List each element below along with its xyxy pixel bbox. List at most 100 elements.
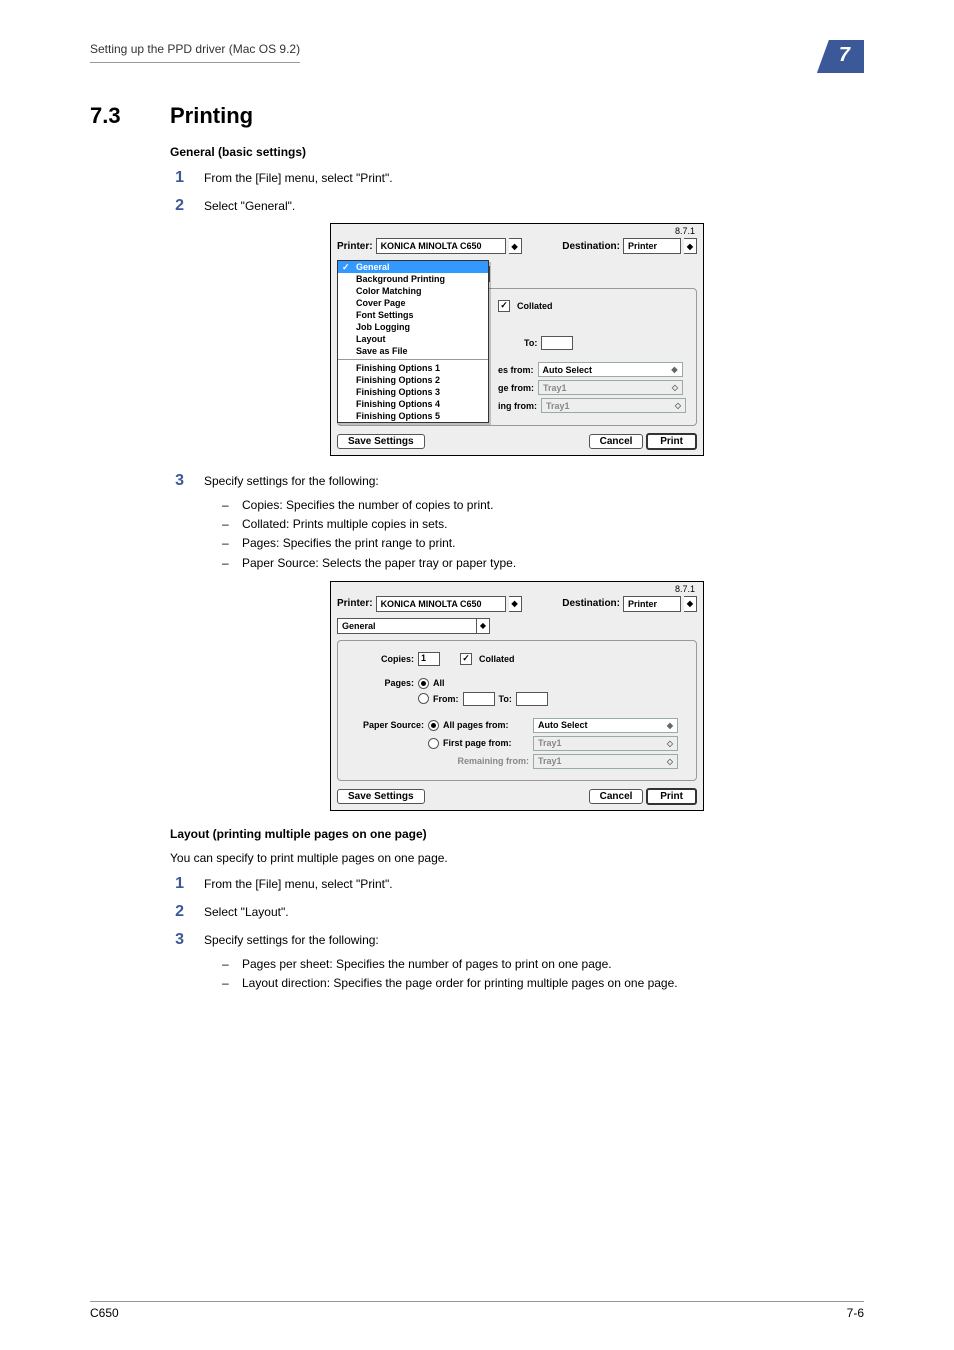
step-number-3b: 3 <box>170 931 184 949</box>
collated-label: Collated <box>479 654 515 664</box>
dropdown-item[interactable]: Save as File <box>338 345 488 357</box>
dropdown-item[interactable]: Finishing Options 4 <box>338 398 488 410</box>
dialog-version: 8.7.1 <box>675 226 695 236</box>
es-from-label: es from: <box>498 365 534 375</box>
footer-right: 7-6 <box>847 1306 864 1320</box>
cancel-button[interactable]: Cancel <box>589 789 644 804</box>
bullet-text: Pages per sheet: Specifies the number of… <box>242 955 612 974</box>
panel-dropdown-list[interactable]: General Background Printing Color Matchi… <box>337 260 489 423</box>
to-label: To: <box>499 694 512 704</box>
bullet-text: Copies: Specifies the number of copies t… <box>242 496 493 515</box>
to-input[interactable] <box>541 336 573 350</box>
step-number-1: 1 <box>170 169 184 187</box>
bullet-text: Pages: Specifies the print range to prin… <box>242 534 455 553</box>
print-dialog-general: 8.7.1 Printer: KONICA MINOLTA C650 ◆ Des… <box>330 581 704 811</box>
step-number-2b: 2 <box>170 903 184 921</box>
bullet-dash: – <box>222 496 232 515</box>
dropdown-item[interactable]: Color Matching <box>338 285 488 297</box>
dropdown-icon[interactable]: ◆ <box>509 238 522 254</box>
collated-checkbox[interactable]: ✓ <box>498 300 510 312</box>
step-text: Specify settings for the following: <box>204 931 379 947</box>
dropdown-item[interactable]: Finishing Options 3 <box>338 386 488 398</box>
layout-intro: You can specify to print multiple pages … <box>170 851 864 865</box>
dropdown-icon[interactable]: ◆ <box>684 596 697 612</box>
pages-label: Pages: <box>346 678 414 688</box>
panel-select[interactable]: General <box>337 618 477 634</box>
all-pages-select[interactable]: Auto Select◆ <box>538 362 683 377</box>
remaining-select[interactable]: Tray1◇ <box>533 754 678 769</box>
printer-select[interactable]: KONICA MINOLTA C650 <box>376 238 506 254</box>
print-dialog-general-dropdown: 8.7.1 Printer: KONICA MINOLTA C650 ◆ Des… <box>330 223 704 456</box>
dropdown-item[interactable]: Finishing Options 5 <box>338 410 488 422</box>
dropdown-icon[interactable]: ◆ <box>509 596 522 612</box>
bullet-text: Layout direction: Specifies the page ord… <box>242 974 678 993</box>
pages-all-radio[interactable] <box>418 678 429 689</box>
footer-left: C650 <box>90 1306 119 1320</box>
bullet-text: Paper Source: Selects the paper tray or … <box>242 554 516 573</box>
save-settings-button[interactable]: Save Settings <box>337 789 425 804</box>
pages-all-label: All <box>433 678 445 688</box>
bullet-dash: – <box>222 554 232 573</box>
dropdown-icon[interactable]: ◆ <box>684 238 697 254</box>
dropdown-item[interactable]: Finishing Options 2 <box>338 374 488 386</box>
save-settings-button[interactable]: Save Settings <box>337 434 425 449</box>
step-number-3: 3 <box>170 472 184 490</box>
dropdown-icon[interactable]: ◆ <box>477 618 490 634</box>
from-input[interactable] <box>463 692 495 706</box>
collated-checkbox[interactable]: ✓ <box>460 653 472 665</box>
step-number-2: 2 <box>170 197 184 215</box>
copies-label: Copies: <box>346 654 414 664</box>
all-pages-select[interactable]: Auto Select◆ <box>533 718 678 733</box>
dropdown-item[interactable]: Layout <box>338 333 488 345</box>
cancel-button[interactable]: Cancel <box>589 434 644 449</box>
section-title: Printing <box>170 103 253 129</box>
remaining-select[interactable]: Tray1◇ <box>541 398 686 413</box>
header-breadcrumb: Setting up the PPD driver (Mac OS 9.2) <box>90 40 300 63</box>
destination-select[interactable]: Printer <box>623 596 681 612</box>
print-button[interactable]: Print <box>646 433 697 450</box>
dropdown-item[interactable]: Cover Page <box>338 297 488 309</box>
to-input[interactable] <box>516 692 548 706</box>
step-number-1b: 1 <box>170 875 184 893</box>
step-text: Select "General". <box>204 197 295 213</box>
all-pages-from-label: All pages from: <box>443 720 529 730</box>
dropdown-item[interactable]: Finishing Options 1 <box>338 362 488 374</box>
destination-label: Destination: <box>562 598 620 609</box>
section-number: 7.3 <box>90 103 140 129</box>
printer-select[interactable]: KONICA MINOLTA C650 <box>376 596 506 612</box>
remaining-from-label: Remaining from: <box>443 756 529 766</box>
ing-from-label: ing from: <box>498 401 537 411</box>
bullet-dash: – <box>222 955 232 974</box>
layout-heading: Layout (printing multiple pages on one p… <box>170 827 864 841</box>
dropdown-item[interactable]: Background Printing <box>338 273 488 285</box>
first-page-select[interactable]: Tray1◇ <box>533 736 678 751</box>
destination-select[interactable]: Printer <box>623 238 681 254</box>
dropdown-item[interactable]: Job Logging <box>338 321 488 333</box>
first-page-select[interactable]: Tray1◇ <box>538 380 683 395</box>
general-heading: General (basic settings) <box>170 145 864 159</box>
copies-input[interactable]: 1 <box>418 652 440 666</box>
printer-label: Printer: <box>337 241 373 252</box>
collated-label: Collated <box>517 301 553 311</box>
printer-label: Printer: <box>337 598 373 609</box>
pages-from-radio[interactable] <box>418 693 429 704</box>
bullet-text: Collated: Prints multiple copies in sets… <box>242 515 447 534</box>
ge-from-label: ge from: <box>498 383 534 393</box>
dropdown-item[interactable]: Font Settings <box>338 309 488 321</box>
step-text: Select "Layout". <box>204 903 289 919</box>
dropdown-item-general[interactable]: General <box>338 261 488 273</box>
all-pages-radio[interactable] <box>428 720 439 731</box>
chapter-badge: 7 <box>817 40 864 73</box>
to-label: To: <box>524 338 537 348</box>
first-page-radio[interactable] <box>428 738 439 749</box>
bullet-dash: – <box>222 974 232 993</box>
step-text: From the [File] menu, select "Print". <box>204 875 393 891</box>
step-text: From the [File] menu, select "Print". <box>204 169 393 185</box>
bullet-dash: – <box>222 515 232 534</box>
destination-label: Destination: <box>562 241 620 252</box>
bullet-dash: – <box>222 534 232 553</box>
paper-source-label: Paper Source: <box>346 720 424 730</box>
first-page-from-label: First page from: <box>443 738 529 748</box>
dialog-version: 8.7.1 <box>675 584 695 594</box>
print-button[interactable]: Print <box>646 788 697 805</box>
